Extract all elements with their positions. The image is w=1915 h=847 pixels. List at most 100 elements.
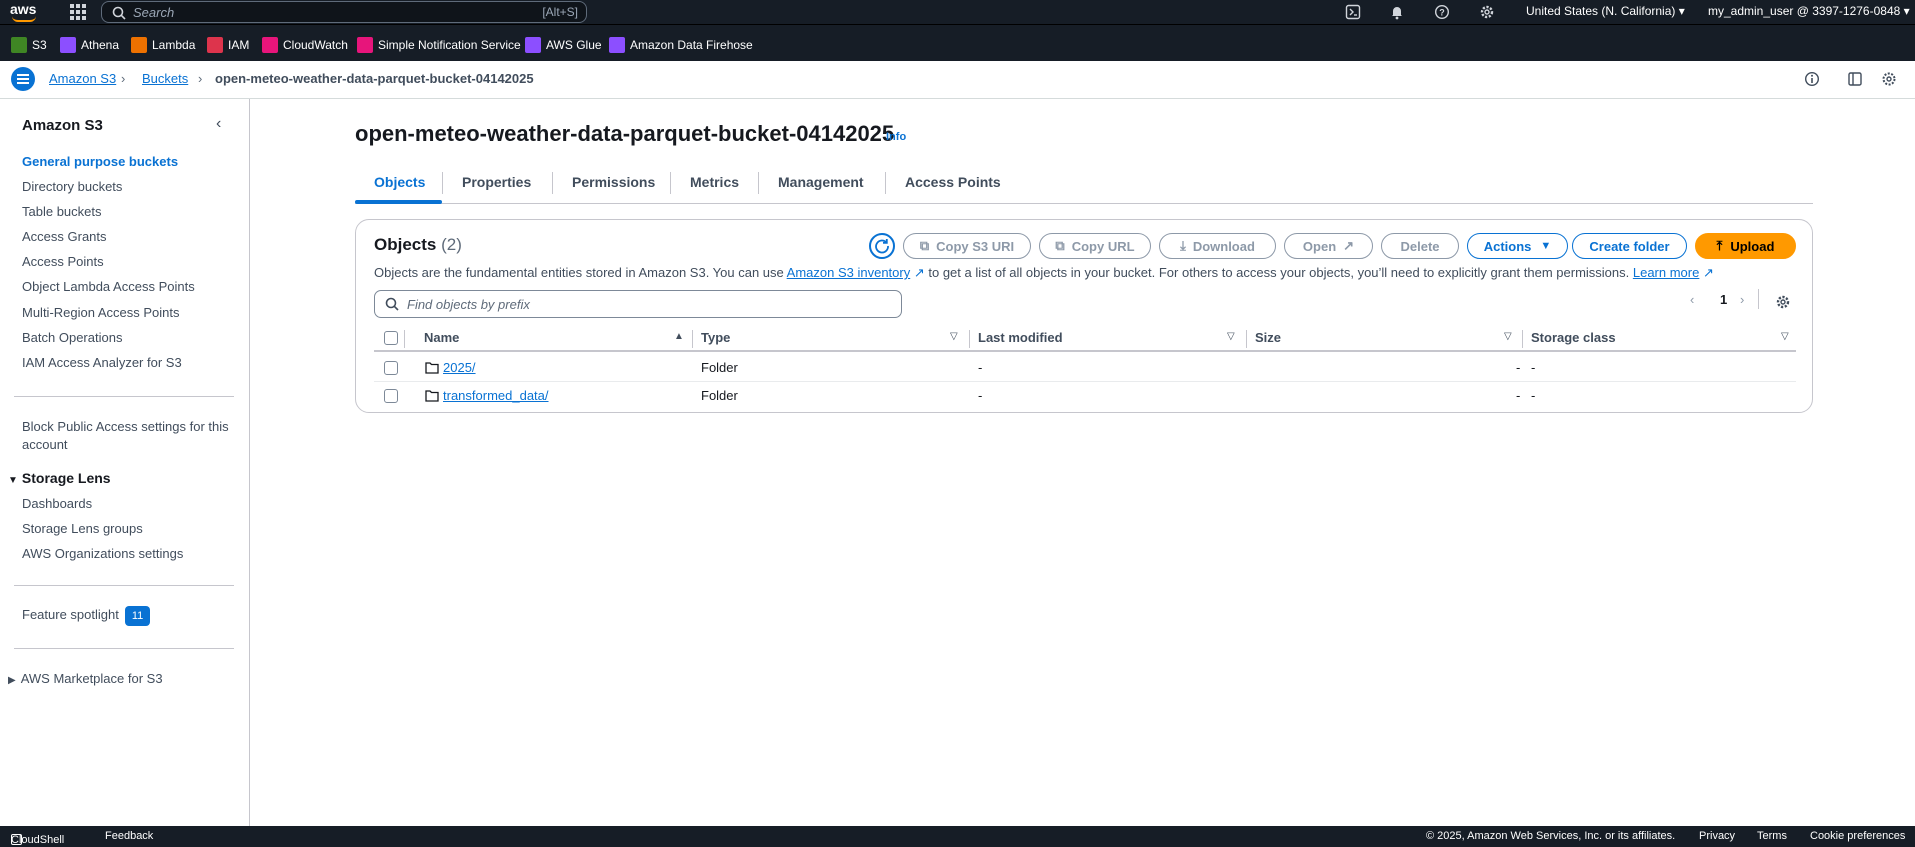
help-icon[interactable]: ? [1434,4,1450,20]
sidebar-item-table-buckets[interactable]: Table buckets [22,203,102,221]
search-input[interactable]: Search [Alt+S] [101,1,587,23]
tab-metrics[interactable]: Metrics [671,174,758,190]
copy-icon: ⧉ [1055,238,1065,253]
caret-down-icon: ▼ [1540,240,1552,252]
copy-s3-uri-button[interactable]: ⧉ Copy S3 URI [903,233,1031,259]
table-row[interactable]: 2025/ Folder - - - [374,354,1796,382]
object-name-link[interactable]: transformed_data/ [443,388,549,403]
active-tab-indicator [355,200,442,204]
breadcrumb-amazon-s3[interactable]: Amazon S3 [49,71,116,86]
aws-logo[interactable]: aws [10,0,44,24]
sidebar-item-directory-buckets[interactable]: Directory buckets [22,178,122,196]
sidebar-item-access-grants[interactable]: Access Grants [22,228,107,246]
sort-ascending-icon[interactable]: ▲ [674,331,684,342]
terms-link[interactable]: Terms [1757,830,1787,842]
select-all-checkbox[interactable] [384,331,398,345]
upload-icon: ⤒ [1716,238,1723,253]
sidebar-item-marketplace[interactable]: ▶ AWS Marketplace for S3 [8,670,163,690]
tab-objects[interactable]: Objects [355,174,444,190]
fav-label: Amazon Data Firehose [630,38,753,52]
caret-right-icon: ▶ [8,675,16,686]
fav-lambda[interactable]: Lambda [131,37,195,53]
learn-more-link[interactable]: Learn more [1633,265,1699,280]
fav-iam[interactable]: IAM [207,37,249,53]
fav-cloudwatch[interactable]: CloudWatch [262,37,348,53]
copy-url-button[interactable]: ⧉ Copy URL [1039,233,1151,259]
page-number[interactable]: 1 [1720,292,1727,307]
actions-button[interactable]: Actions ▼ [1467,233,1568,259]
prev-page-icon[interactable]: ‹ [1690,292,1694,307]
sidebar-item-organizations-settings[interactable]: AWS Organizations settings [22,545,183,563]
object-last-modified: - [978,388,983,403]
menu-button[interactable] [11,67,35,91]
inventory-link[interactable]: Amazon S3 inventory [787,265,911,280]
search-icon [385,297,399,311]
column-type[interactable]: Type [701,330,730,345]
storage-lens-section[interactable]: ▼ Storage Lens [8,470,111,486]
sort-icon[interactable]: ▽ [1504,331,1512,342]
external-link-icon: ↗ [1699,265,1714,280]
aws-logo-text: aws [10,1,37,17]
account-menu[interactable]: my_admin_user @ 3397-1276-0848 ▾ [1708,4,1910,18]
services-grid-icon[interactable] [70,4,86,20]
object-name-link[interactable]: 2025/ [443,360,476,375]
next-page-icon[interactable]: › [1740,292,1744,307]
sidebar-item-block-public-access[interactable]: Block Public Access settings for this ac… [22,418,232,454]
row-checkbox[interactable] [384,361,398,375]
info-link[interactable]: Info [886,131,906,143]
sidebar-item-multi-region-access-points[interactable]: Multi-Region Access Points [22,304,180,322]
notifications-panel-icon[interactable] [1847,71,1863,87]
delete-button[interactable]: Delete [1381,233,1459,259]
create-folder-button[interactable]: Create folder [1572,233,1687,259]
upload-button[interactable]: ⤒ Upload [1695,233,1796,259]
table-row[interactable]: transformed_data/ Folder - - - [374,382,1796,410]
fav-sns[interactable]: Simple Notification Service [357,37,521,53]
download-button[interactable]: ⤓ Download [1159,233,1276,259]
bell-icon[interactable] [1389,4,1405,20]
settings-panel-icon[interactable] [1881,71,1897,87]
sidebar-item-general-purpose-buckets[interactable]: General purpose buckets [22,153,178,171]
privacy-link[interactable]: Privacy [1699,830,1735,842]
button-label: Download [1192,238,1255,254]
cookie-preferences-link[interactable]: Cookie preferences [1810,830,1905,842]
column-name[interactable]: Name [424,330,459,345]
column-last-modified[interactable]: Last modified [978,330,1063,345]
fav-athena[interactable]: Athena [60,37,119,53]
objects-panel: Objects (2) ⧉ Copy S3 URI ⧉ Copy URL ⤓ Down… [355,219,1813,413]
column-size[interactable]: Size [1255,330,1281,345]
info-icon[interactable] [1804,71,1820,87]
sidebar-item-storage-lens-groups[interactable]: Storage Lens groups [22,520,143,538]
breadcrumb-buckets[interactable]: Buckets [142,71,188,86]
cloudshell-icon[interactable] [1345,4,1361,20]
sidebar-item-object-lambda-access-points[interactable]: Object Lambda Access Points [22,278,195,296]
sort-icon[interactable]: ▽ [950,331,958,342]
close-icon[interactable]: ‹ [216,115,221,133]
sidebar-item-feature-spotlight[interactable]: Feature spotlight 11 [22,606,151,626]
sidebar-item-access-points[interactable]: Access Points [22,253,104,271]
column-storage-class[interactable]: Storage class [1531,330,1616,345]
tab-permissions[interactable]: Permissions [553,174,674,190]
settings-icon[interactable] [1479,4,1495,20]
fav-firehose[interactable]: Amazon Data Firehose [609,37,753,53]
tab-properties[interactable]: Properties [443,174,550,190]
preferences-gear-icon[interactable] [1775,294,1791,310]
region-selector[interactable]: United States (N. California) ▾ [1526,4,1685,18]
sort-icon[interactable]: ▽ [1781,331,1789,342]
sidebar-item-dashboards[interactable]: Dashboards [22,495,92,513]
feedback-link[interactable]: Feedback [105,830,153,842]
sidebar-item-iam-access-analyzer[interactable]: IAM Access Analyzer for S3 [22,354,182,372]
tab-access-points[interactable]: Access Points [886,174,1020,190]
sidebar-item-batch-operations[interactable]: Batch Operations [22,329,122,347]
breadcrumb-current: open-meteo-weather-data-parquet-bucket-0… [215,71,534,86]
refresh-button[interactable] [869,233,895,259]
search-input[interactable]: Find objects by prefix [374,290,902,318]
fav-glue[interactable]: AWS Glue [525,37,602,53]
fav-s3[interactable]: S3 [11,37,47,53]
fav-label: AWS Glue [546,38,602,52]
download-icon: ⤓ [1180,238,1186,253]
open-button[interactable]: Open ↗ [1284,233,1373,259]
row-checkbox[interactable] [384,389,398,403]
sort-icon[interactable]: ▽ [1227,331,1235,342]
glue-icon [525,37,541,53]
tab-management[interactable]: Management [759,174,883,190]
